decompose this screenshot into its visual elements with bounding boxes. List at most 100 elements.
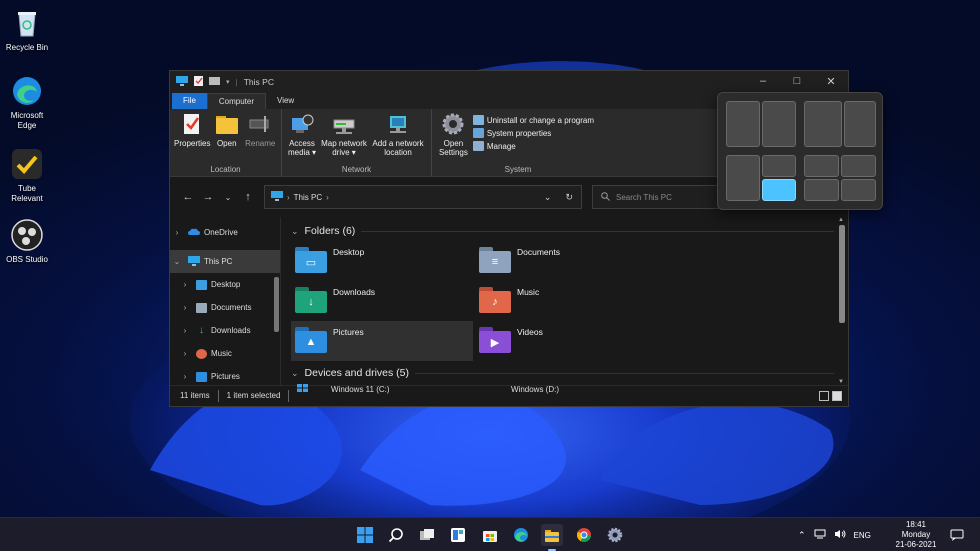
snap-zone-top-right[interactable] xyxy=(762,155,796,177)
chevron-right-icon[interactable]: › xyxy=(178,303,192,312)
clock-time: 18:41 xyxy=(905,520,927,529)
folder-tile-videos[interactable]: ▶ Videos xyxy=(475,321,657,361)
search-box[interactable]: Search This PC xyxy=(592,185,722,209)
address-bar[interactable]: › This PC › ⌄ ↻ xyxy=(264,185,582,209)
refresh-icon[interactable]: ↻ xyxy=(565,192,573,203)
chevron-right-icon[interactable]: › xyxy=(170,228,184,237)
drive-item-c[interactable]: Windows 11 (C:) xyxy=(291,383,473,395)
this-pc-icon xyxy=(176,75,188,88)
ribbon-group-system: Open Settings Uninstall or change a prog… xyxy=(432,109,604,176)
nav-item-documents[interactable]: › Documents xyxy=(170,296,280,319)
network-drive-icon xyxy=(332,112,356,136)
folders-group-header[interactable]: ⌄ Folders (6) xyxy=(291,221,848,241)
content-scrollbar[interactable]: ▲ ▼ xyxy=(836,217,848,385)
folder-tile-pictures[interactable]: ▲ Pictures xyxy=(291,321,473,361)
minimize-button[interactable]: – xyxy=(746,75,780,88)
nav-item-music[interactable]: › Music xyxy=(170,342,280,365)
notifications-icon[interactable] xyxy=(950,518,964,551)
folder-tile-documents[interactable]: ≡ Documents xyxy=(475,241,657,281)
desktop-icon-edge[interactable]: Microsoft Edge xyxy=(4,74,50,131)
chevron-down-icon[interactable]: ▾ xyxy=(226,78,230,86)
nav-item-this-pc[interactable]: ⌄ This PC xyxy=(170,250,280,273)
chevron-down-icon[interactable]: ⌄ xyxy=(291,368,299,379)
up-arrow-icon[interactable]: ↑ xyxy=(238,191,258,203)
snap-zone-quad-top-left[interactable] xyxy=(804,155,839,177)
uninstall-program-command[interactable]: Uninstall or change a program xyxy=(472,115,594,125)
folder-tile-music[interactable]: ♪ Music xyxy=(475,281,657,321)
devices-group-header[interactable]: ⌄ Devices and drives (5) xyxy=(291,363,848,383)
clock[interactable]: 18:41 Monday 21-06-2021 xyxy=(890,520,942,550)
recent-locations-chevron-icon[interactable]: ⌄ xyxy=(218,193,238,202)
new-folder-quick-icon[interactable] xyxy=(209,76,220,87)
edge-icon xyxy=(10,74,44,108)
search-icon[interactable] xyxy=(385,524,407,546)
file-explorer-icon[interactable] xyxy=(541,524,563,551)
clock-day: Monday xyxy=(901,530,931,539)
scrollbar-thumb[interactable] xyxy=(274,277,279,332)
folder-tile-desktop[interactable]: ▭ Desktop xyxy=(291,241,473,281)
volume-icon[interactable] xyxy=(834,529,846,541)
snap-zone-quad-bottom-right[interactable] xyxy=(841,179,876,201)
snap-zone-quad-top-right[interactable] xyxy=(841,155,876,177)
chevron-right-icon[interactable]: › xyxy=(178,349,192,358)
search-input: Search This PC xyxy=(616,192,672,202)
settings-icon[interactable] xyxy=(604,524,626,546)
chrome-icon[interactable] xyxy=(573,524,595,546)
chevron-up-icon[interactable]: ⌃ xyxy=(798,530,806,541)
snap-zone-narrow-right[interactable] xyxy=(844,101,876,147)
desktop-icon-recycle-bin[interactable]: Recycle Bin xyxy=(4,6,50,53)
manage-command[interactable]: Manage xyxy=(472,141,594,151)
chevron-right-icon[interactable]: › xyxy=(178,280,192,289)
close-button[interactable]: ✕ xyxy=(814,75,848,88)
chevron-right-icon[interactable]: › xyxy=(178,326,192,335)
snap-zone-wide-left[interactable] xyxy=(804,101,842,147)
edge-icon[interactable] xyxy=(510,524,532,546)
tab-file[interactable]: File xyxy=(172,93,207,109)
chevron-down-icon[interactable]: ⌄ xyxy=(170,257,184,266)
address-dropdown-chevron-icon[interactable]: ⌄ xyxy=(544,192,552,203)
snap-zone-bottom-right[interactable] xyxy=(762,179,796,201)
desktop-icon-label: Tube Relevant xyxy=(11,184,43,203)
nav-scrollbar[interactable] xyxy=(272,217,280,385)
nav-item-onedrive[interactable]: › OneDrive xyxy=(170,221,280,244)
drive-item-d[interactable]: Windows (D:) xyxy=(475,383,657,395)
selection-count: 1 item selected xyxy=(226,391,281,400)
snap-zone-quad-bottom-left[interactable] xyxy=(804,179,839,201)
music-icon xyxy=(196,348,207,359)
back-arrow-icon[interactable]: ← xyxy=(178,191,198,203)
nav-item-downloads[interactable]: › ↓ Downloads xyxy=(170,319,280,342)
snap-zone-half-left[interactable] xyxy=(726,101,760,147)
title-bar: ▾ | This PC – □ ✕ xyxy=(170,71,848,92)
desktop-icon-label: OBS Studio xyxy=(6,255,48,264)
chevron-down-icon[interactable]: ⌄ xyxy=(291,226,299,237)
system-properties-command[interactable]: System properties xyxy=(472,128,594,138)
properties-quick-icon[interactable] xyxy=(194,75,203,88)
widgets-icon[interactable] xyxy=(447,524,469,546)
network-icon[interactable] xyxy=(814,529,826,541)
scrollbar-thumb[interactable] xyxy=(839,225,845,323)
language-indicator[interactable]: ENG xyxy=(854,531,871,540)
forward-arrow-icon[interactable]: → xyxy=(198,191,218,203)
task-view-icon[interactable] xyxy=(416,524,438,546)
snap-zone-half-right[interactable] xyxy=(762,101,796,147)
folders-grid: ▭ Desktop ≡ Documents ↓ Downloads ♪ Musi… xyxy=(291,241,848,361)
videos-folder-icon: ▶ xyxy=(479,327,511,353)
store-icon[interactable] xyxy=(479,524,501,546)
nav-item-desktop[interactable]: › Desktop xyxy=(170,273,280,296)
snap-zone-left-column[interactable] xyxy=(726,155,760,201)
windows-drive-icon xyxy=(297,384,309,394)
folder-tile-downloads[interactable]: ↓ Downloads xyxy=(291,281,473,321)
desktop-icon-tube-relevant[interactable]: Tube Relevant xyxy=(4,147,50,204)
nav-item-pictures[interactable]: › Pictures xyxy=(170,365,280,388)
tab-view[interactable]: View xyxy=(266,93,305,109)
taskbar: ⌃ ENG 18:41 Monday 21-06-2021 xyxy=(0,517,980,551)
maximize-button[interactable]: □ xyxy=(780,75,814,88)
scroll-up-arrow-icon[interactable]: ▲ xyxy=(838,217,844,223)
start-icon[interactable] xyxy=(354,524,376,546)
chevron-right-icon[interactable]: › xyxy=(178,372,192,381)
scroll-down-arrow-icon[interactable]: ▼ xyxy=(838,379,844,385)
breadcrumb-this-pc[interactable]: This PC xyxy=(294,193,322,202)
desktop-icon-obs[interactable]: OBS Studio xyxy=(4,218,50,265)
ribbon-group-location: Properties Open Rename Location xyxy=(170,109,282,176)
tab-computer[interactable]: Computer xyxy=(206,93,267,109)
